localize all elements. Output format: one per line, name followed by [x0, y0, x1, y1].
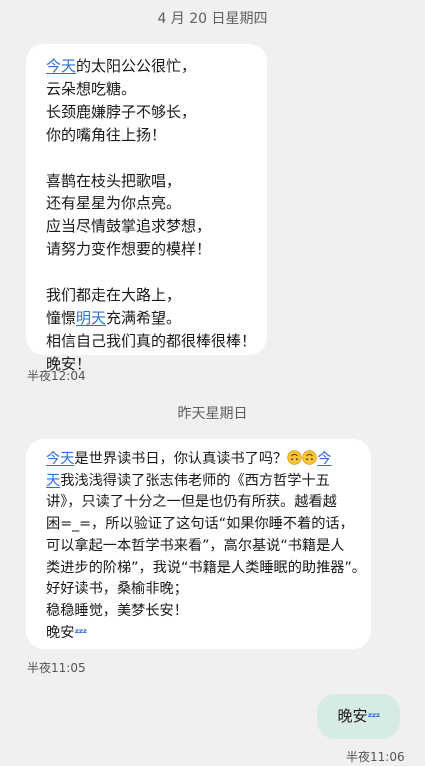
date-link-today-part[interactable]: 今: [317, 451, 331, 467]
date-link-tomorrow[interactable]: 明天: [76, 309, 106, 327]
message-line: 今天是世界读书日，你认真读书了吗？今: [46, 450, 332, 467]
message-line: 晚安ᶻᶻᶻ: [46, 624, 87, 641]
chat-screen: { "messages": [ { "date_separator": "4 月…: [0, 0, 425, 766]
zzz-icon: ᶻᶻᶻ: [74, 625, 87, 640]
message-line: 稳稳睡觉，美梦长安！: [46, 602, 188, 619]
message-line: 应当尽情鼓掌追求梦想，: [46, 217, 212, 236]
message-line: 相信自己我们真的都很棒很棒！: [46, 331, 257, 350]
message-timestamp: 半夜11:05: [27, 661, 86, 675]
incoming-message-bubble[interactable]: 今天是世界读书日，你认真读书了吗？今 天我浅浅得读了张志伟老师的《西方哲学十五 …: [26, 439, 371, 649]
message-line: 你的嘴角往上扬！: [46, 125, 167, 144]
zzz-icon: ᶻᶻᶻ: [367, 710, 380, 724]
message-text: 晚安: [337, 707, 368, 725]
date-link-today-part[interactable]: 天: [46, 473, 60, 489]
message-line: 今天的太阳公公很忙，: [46, 57, 197, 75]
outgoing-message-bubble[interactable]: 晚安ᶻᶻᶻ: [317, 694, 400, 739]
message-line: 好好读书，桑榆非晚；: [46, 581, 188, 598]
message-line: 长颈鹿嫌脖子不够长，: [46, 102, 197, 121]
upside-down-face-icon: [302, 450, 317, 465]
message-line: 喜鹊在枝头把歌唱，: [46, 171, 182, 190]
date-separator: 4 月 20 日星期四: [157, 11, 268, 27]
message-line: 云朵想吃糖。: [46, 79, 137, 98]
message-timestamp: 半夜11:06: [346, 750, 405, 764]
date-link-today[interactable]: 今天: [46, 57, 76, 75]
message-line: 我们都走在大路上，: [46, 286, 182, 305]
message-line: 类进步的阶梯”，我说“书籍是人类睡眠的助推器”。: [46, 559, 366, 576]
message-line: 天我浅浅得读了张志伟老师的《西方哲学十五: [46, 472, 330, 489]
date-separator: 昨天星期日: [177, 406, 248, 422]
message-line: 还有星星为你点亮。: [46, 194, 182, 213]
message-line: 请努力变作想要的模样！: [46, 240, 212, 259]
message-line: 憧憬明天充满希望。: [46, 308, 182, 327]
date-link-today[interactable]: 今天: [46, 451, 74, 467]
message-line: 可以拿起一本哲学书来看”，高尔基说“书籍是人: [46, 537, 345, 554]
message-line: 讲》，只读了十分之一但是也仍有所获。越看越: [46, 494, 337, 511]
message-timestamp: 半夜12:04: [27, 369, 86, 383]
upside-down-face-icon: [287, 450, 302, 465]
message-line: 困=_=，所以验证了这句话“如果你睡不着的话，: [46, 516, 354, 533]
incoming-message-bubble[interactable]: 今天的太阳公公很忙， 云朵想吃糖。 长颈鹿嫌脖子不够长， 你的嘴角往上扬！ 喜鹊…: [26, 44, 267, 373]
